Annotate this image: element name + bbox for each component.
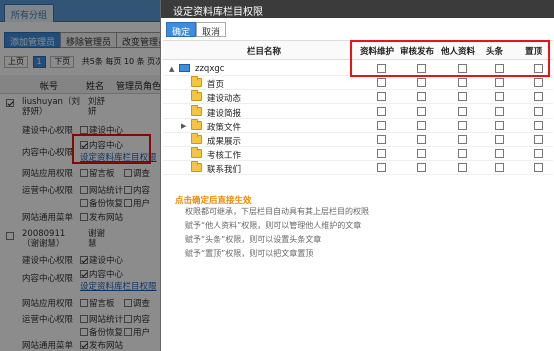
permission-checkbox[interactable]: [495, 78, 504, 88]
notes-line: 赋予“头条”权限，则可以设置头条文章: [185, 235, 322, 244]
permission-checkbox[interactable]: [417, 78, 426, 88]
tree-row: 建设动态: [163, 90, 553, 105]
permission-checkbox[interactable]: [458, 64, 467, 73]
col-column-name: 栏目名称: [247, 47, 282, 57]
folder-icon: [191, 104, 202, 116]
cancel-button[interactable]: 取消: [196, 22, 227, 38]
tree-row: 首页: [163, 76, 553, 91]
permission-checkbox[interactable]: [534, 64, 543, 73]
permission-checkbox[interactable]: [458, 120, 467, 130]
tree-node-label[interactable]: zzqxgc: [195, 64, 224, 74]
tree-row: 考核工作: [163, 147, 553, 162]
permission-checkbox[interactable]: [377, 106, 386, 116]
permission-checkbox[interactable]: [458, 135, 467, 144]
permission-checkbox[interactable]: [495, 163, 504, 173]
permission-checkbox[interactable]: [417, 149, 426, 159]
notes-line: 权限都可继承，下层栏目自动具有其上层栏目的权限: [185, 207, 369, 216]
permission-checkbox[interactable]: [417, 92, 426, 102]
folder-icon: [191, 161, 202, 173]
folder-icon: [191, 76, 202, 88]
permission-checkbox[interactable]: [417, 106, 426, 116]
notes-line: 赋予“置顶”权限，则可以把文章置顶: [185, 249, 314, 258]
permission-checkbox[interactable]: [495, 106, 504, 116]
permission-checkbox[interactable]: [534, 78, 543, 88]
permission-checkbox[interactable]: [534, 149, 543, 159]
tree-node-label[interactable]: 建设动态: [207, 92, 241, 104]
permission-checkbox[interactable]: [417, 64, 426, 73]
permission-checkbox[interactable]: [417, 163, 426, 173]
col-review: 审核发布: [400, 47, 435, 57]
folder-icon: [191, 118, 202, 130]
tree-row: 建设简报: [163, 104, 553, 119]
tree-node-label[interactable]: 建设简报: [207, 107, 241, 119]
permission-checkbox[interactable]: [377, 64, 386, 73]
collapse-icon[interactable]: ▲: [169, 65, 174, 73]
tree-row: ▶ 政策文件: [163, 118, 553, 133]
folder-icon: [191, 147, 202, 159]
permission-checkbox[interactable]: [495, 149, 504, 159]
permission-checkbox[interactable]: [417, 135, 426, 144]
permission-checkbox[interactable]: [458, 149, 467, 159]
site-icon: [179, 64, 190, 72]
col-headline: 头条: [486, 47, 504, 57]
permission-checkbox[interactable]: [377, 92, 386, 102]
permission-checkbox[interactable]: [534, 92, 543, 102]
permission-checkbox[interactable]: [377, 120, 386, 130]
permission-checkbox[interactable]: [534, 106, 543, 116]
ok-button[interactable]: 确定: [166, 22, 197, 38]
permission-checkbox[interactable]: [377, 163, 386, 173]
lib-permission-dialog: 设定资料库栏目权限 确定 取消 栏目名称 资料维护 审核发布 他人资料 头条 置…: [160, 0, 554, 351]
tree-node-label[interactable]: 政策文件: [207, 121, 241, 133]
permission-table-header: 栏目名称 资料维护 审核发布 他人资料 头条 置顶: [163, 40, 553, 60]
permission-checkbox[interactable]: [377, 135, 386, 144]
permission-checkbox[interactable]: [534, 120, 543, 130]
col-maintain: 资料维护: [360, 47, 395, 57]
expand-icon[interactable]: ▶: [181, 122, 186, 130]
col-top: 置顶: [525, 47, 543, 57]
tree-node-label[interactable]: 联系我们: [207, 163, 241, 175]
notes-lead: 点击确定后直接生效: [175, 196, 252, 206]
tree-row: ▲ zzqxgc: [163, 62, 553, 76]
tree-node-label[interactable]: 考核工作: [207, 149, 241, 161]
permission-checkbox[interactable]: [495, 64, 504, 73]
tree-node-label[interactable]: 首页: [207, 78, 224, 90]
permission-checkbox[interactable]: [534, 135, 543, 144]
permission-checkbox[interactable]: [458, 106, 467, 116]
modal-overlay: [0, 0, 160, 351]
tree-row: 联系我们: [163, 161, 553, 176]
notes-line: 赋予“他人资料”权限，则可以管理他人维护的文章: [185, 221, 362, 230]
permission-checkbox[interactable]: [495, 135, 504, 144]
permission-checkbox[interactable]: [458, 92, 467, 102]
permission-checkbox[interactable]: [417, 120, 426, 130]
permission-checkbox[interactable]: [495, 92, 504, 102]
col-others: 他人资料: [441, 47, 476, 57]
permission-checkbox[interactable]: [458, 163, 467, 173]
folder-icon: [191, 133, 202, 144]
folder-icon: [191, 90, 202, 102]
dialog-title: 设定资料库栏目权限: [173, 7, 263, 18]
permission-checkbox[interactable]: [458, 78, 467, 88]
tree-row: 成果展示: [163, 133, 553, 147]
dialog-titlebar: 设定资料库栏目权限: [161, 0, 554, 18]
permission-checkbox[interactable]: [534, 163, 543, 173]
permission-checkbox[interactable]: [377, 78, 386, 88]
permission-checkbox[interactable]: [377, 149, 386, 159]
permission-checkbox[interactable]: [495, 120, 504, 130]
tree-node-label[interactable]: 成果展示: [207, 135, 241, 147]
